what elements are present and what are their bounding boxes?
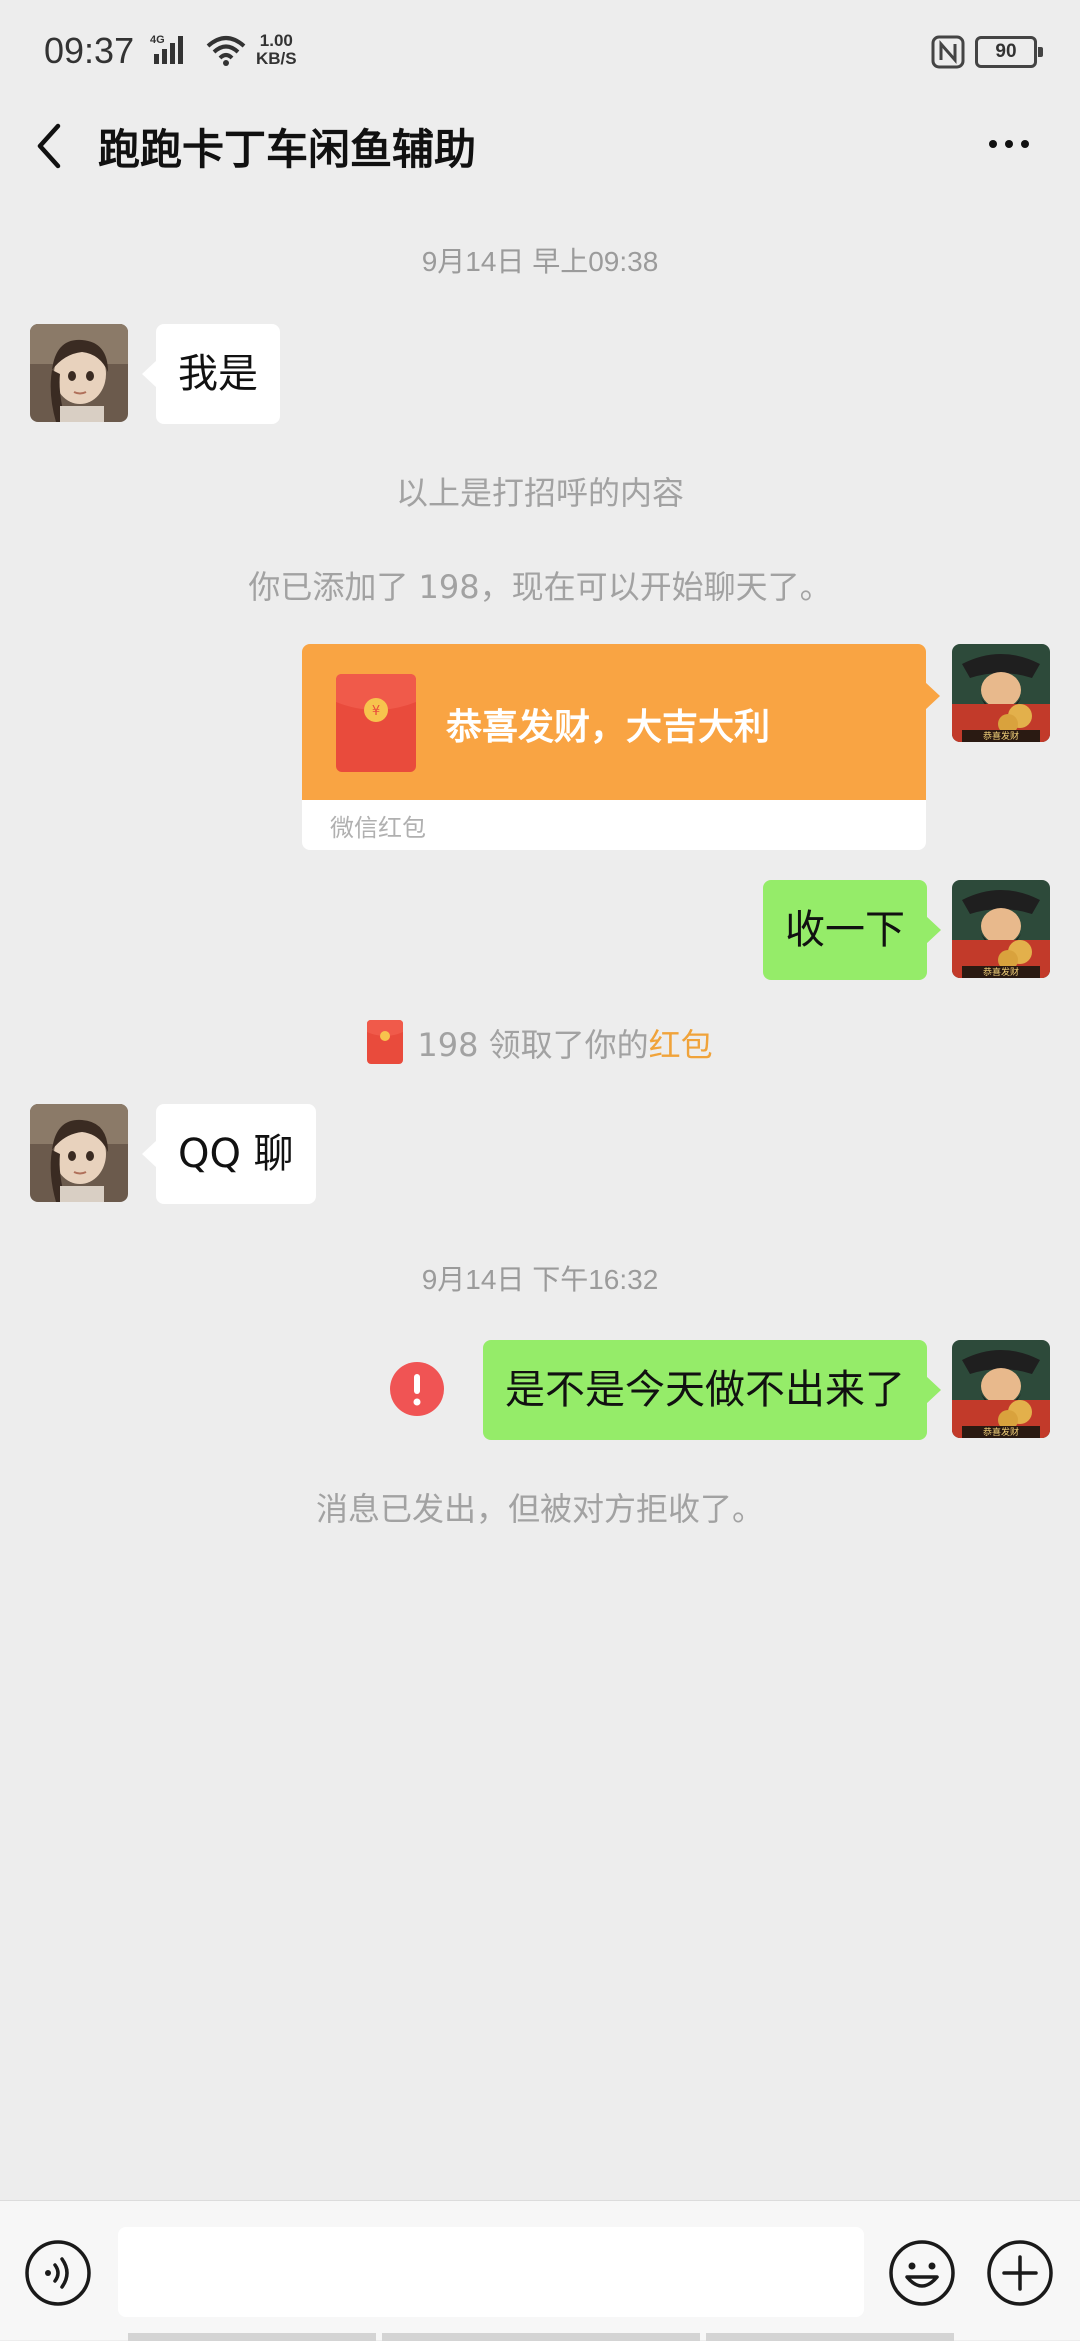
- rejected-notice: 消息已发出，但被对方拒收了。: [315, 1490, 764, 1528]
- red-packet-icon: ¥: [336, 674, 416, 772]
- my-avatar[interactable]: 恭喜发财: [952, 1340, 1050, 1438]
- my-avatar[interactable]: 恭喜发财: [952, 644, 1050, 742]
- red-packet-title: 恭喜发财，大吉大利: [446, 707, 771, 748]
- svg-text:¥: ¥: [372, 704, 380, 719]
- receipt-text: 198 领取了你的: [417, 1026, 649, 1064]
- receipt-link[interactable]: 红包: [649, 1026, 713, 1064]
- contact-avatar[interactable]: [30, 1104, 128, 1202]
- emoji-icon[interactable]: [888, 2239, 956, 2307]
- contact-avatar[interactable]: [30, 324, 128, 422]
- sent-message[interactable]: 收一下: [763, 880, 941, 980]
- sent-message-rejected[interactable]: 是不是今天做不出来了: [483, 1340, 941, 1440]
- timestamp: 9月14日 下午16:32: [421, 1264, 659, 1295]
- svg-text:恭喜发财: 恭喜发财: [983, 730, 1019, 742]
- chat-title: 跑跑卡丁车闲鱼辅助: [98, 125, 477, 174]
- voice-icon[interactable]: [24, 2239, 92, 2307]
- received-message[interactable]: QQ 聊: [142, 1104, 316, 1204]
- red-packet-message[interactable]: ¥ 恭喜发财，大吉大利 微信红包: [302, 644, 940, 850]
- system-added-note: 你已添加了 198，现在可以开始聊天了。: [248, 568, 832, 606]
- red-packet-label: 微信红包: [330, 814, 426, 842]
- back-icon[interactable]: [30, 118, 70, 174]
- chat-header: 跑跑卡丁车闲鱼辅助: [0, 110, 1080, 180]
- svg-text:恭喜发财: 恭喜发财: [983, 1426, 1019, 1438]
- red-packet-small-icon: [367, 1020, 404, 1064]
- plus-icon[interactable]: [986, 2239, 1054, 2307]
- system-greeting-note: 以上是打招呼的内容: [395, 474, 684, 512]
- more-icon[interactable]: [985, 124, 1033, 164]
- error-icon[interactable]: [390, 1362, 444, 1416]
- red-packet-footer: 微信红包: [302, 800, 926, 850]
- red-packet-receipt: 198 领取了你的红包: [0, 1020, 1080, 1066]
- my-avatar[interactable]: 恭喜发财: [952, 880, 1050, 978]
- timestamp: 9月14日 早上09:38: [421, 246, 659, 277]
- svg-text:恭喜发财: 恭喜发财: [983, 966, 1019, 978]
- red-packet-body[interactable]: ¥ 恭喜发财，大吉大利: [302, 644, 940, 800]
- received-message[interactable]: 我是: [142, 324, 280, 424]
- message-input[interactable]: [118, 2227, 864, 2317]
- chat-area[interactable]: 9月14日 早上09:38 我是 以上是打招呼的内容 你已添加了 198，现在可…: [0, 0, 1080, 2200]
- input-bar: [0, 2200, 1080, 2341]
